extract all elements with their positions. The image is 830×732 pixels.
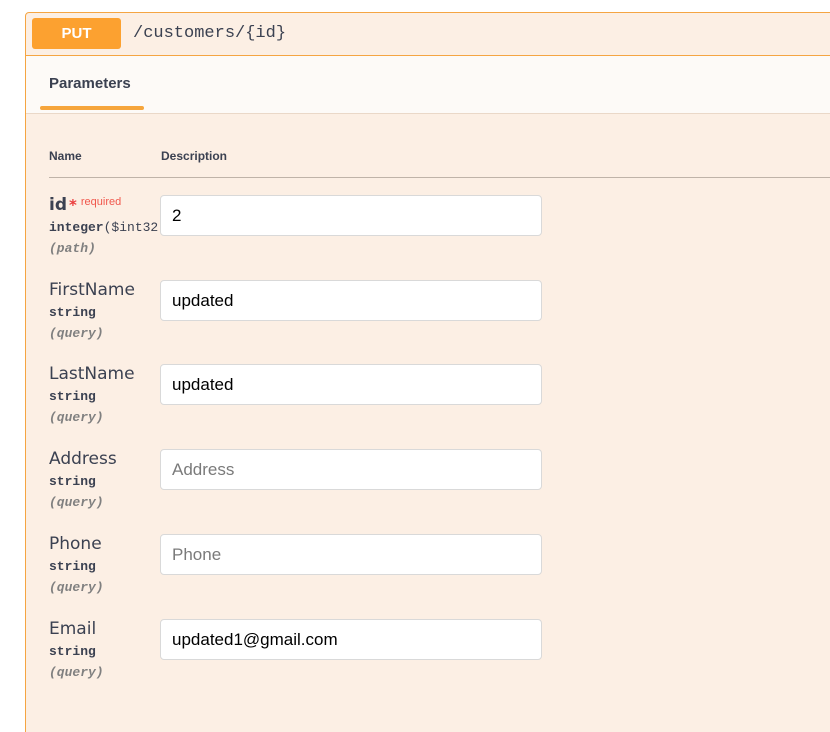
operation-block: PUT /customers/{id} Parameters Name Desc… [25, 12, 830, 732]
parameter-name: Phone [49, 534, 102, 554]
parameter-location: (query) [49, 495, 104, 510]
tab-header: Parameters [26, 56, 830, 114]
operation-summary[interactable]: PUT /customers/{id} [26, 13, 830, 56]
parameter-row-phone: Phone string (query) [49, 534, 830, 614]
parameter-type: string [49, 305, 96, 320]
parameter-name: FirstName [49, 280, 135, 300]
parameter-name: Address [49, 449, 117, 469]
parameter-type: integer($int32) [49, 220, 166, 235]
parameter-location: (query) [49, 326, 104, 341]
parameter-row-email: Email string (query) [49, 619, 830, 699]
tab-parameters[interactable]: Parameters [40, 75, 144, 110]
tab-parameters-label: Parameters [49, 75, 131, 92]
parameter-row-lastname: LastName string (query) [49, 364, 830, 444]
parameter-name: id * required [49, 195, 121, 215]
parameter-type: string [49, 389, 96, 404]
required-label: required [80, 196, 122, 208]
parameter-location: (path) [49, 241, 96, 256]
parameter-name: Email [49, 619, 97, 639]
endpoint-path[interactable]: /customers/{id} [133, 24, 286, 43]
parameter-row-firstname: FirstName string (query) [49, 280, 830, 360]
parameter-location: (query) [49, 580, 104, 595]
firstname-input[interactable] [160, 280, 542, 321]
parameter-type: string [49, 644, 96, 659]
parameter-name-text: id [49, 195, 67, 215]
column-header-description: Description [161, 149, 228, 163]
parameter-type: string [49, 474, 96, 489]
lastname-input[interactable] [160, 364, 542, 405]
address-input[interactable] [160, 449, 542, 490]
email-input[interactable] [160, 619, 542, 660]
parameter-type: string [49, 559, 96, 574]
id-input[interactable] [160, 195, 542, 236]
tab-active-underline [40, 106, 144, 110]
parameter-location: (query) [49, 665, 104, 680]
header-divider [49, 177, 830, 178]
http-method-badge[interactable]: PUT [32, 18, 121, 49]
parameter-row-id: id * required integer($int32) (path) [49, 195, 830, 275]
parameter-name: LastName [49, 364, 135, 384]
phone-input[interactable] [160, 534, 542, 575]
parameter-format: ($int32) [103, 220, 167, 235]
column-header-name: Name [49, 149, 82, 163]
required-star: * [69, 196, 77, 214]
parameter-location: (query) [49, 410, 104, 425]
parameter-type-text: integer [49, 220, 104, 235]
parameter-row-address: Address string (query) [49, 449, 830, 529]
